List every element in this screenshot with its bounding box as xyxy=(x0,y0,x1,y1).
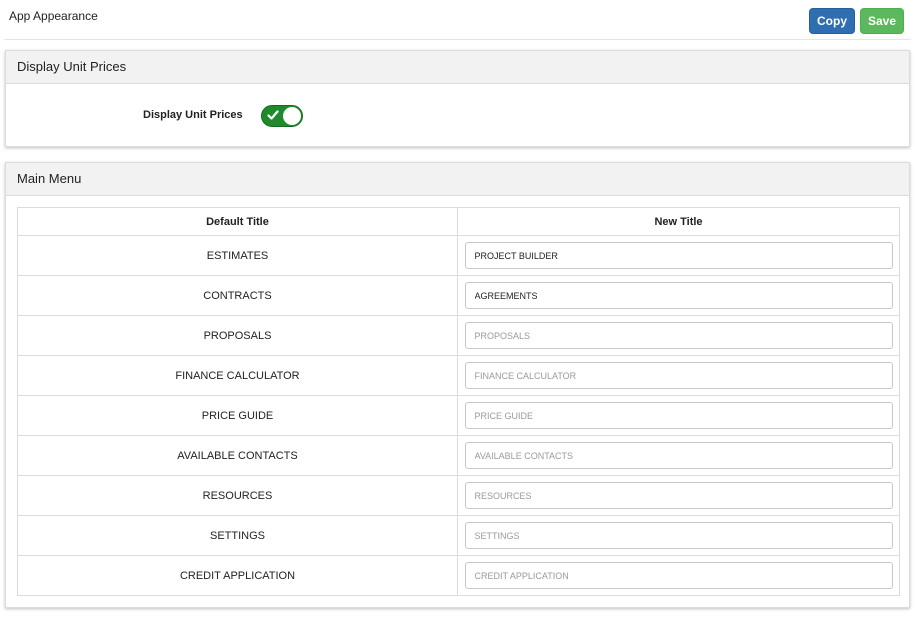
column-header-new-title: New Title xyxy=(457,207,900,236)
table-row: CONTRACTS xyxy=(17,275,900,316)
main-menu-table: Default Title New Title ESTIMATES CONTRA… xyxy=(17,207,900,596)
new-title-cell xyxy=(457,235,900,276)
new-title-cell xyxy=(457,515,900,556)
default-title-cell: RESOURCES xyxy=(17,475,458,516)
new-title-input-proposals[interactable] xyxy=(464,322,893,349)
table-row: ESTIMATES xyxy=(17,235,900,276)
new-title-input-price-guide[interactable] xyxy=(464,402,893,429)
checkmark-icon xyxy=(267,110,279,120)
default-title-cell: SETTINGS xyxy=(17,515,458,556)
display-unit-prices-panel: Display Unit Prices Display Unit Prices xyxy=(5,50,910,147)
toggle-knob xyxy=(283,107,301,125)
new-title-cell xyxy=(457,315,900,356)
table-row: PROPOSALS xyxy=(17,315,900,356)
column-header-default-title: Default Title xyxy=(17,207,458,236)
table-row: RESOURCES xyxy=(17,475,900,516)
display-unit-prices-label: Display Unit Prices xyxy=(143,109,243,121)
table-header-row: Default Title New Title xyxy=(17,207,900,236)
display-unit-prices-panel-heading: Display Unit Prices xyxy=(6,51,909,84)
main-menu-panel-heading: Main Menu xyxy=(6,163,909,196)
default-title-cell: PROPOSALS xyxy=(17,315,458,356)
table-row: FINANCE CALCULATOR xyxy=(17,355,900,396)
new-title-cell xyxy=(457,275,900,316)
new-title-input-estimates[interactable] xyxy=(464,242,893,269)
new-title-cell xyxy=(457,435,900,476)
new-title-input-credit-application[interactable] xyxy=(464,562,893,589)
page-header: App Appearance Copy Save xyxy=(0,0,917,40)
new-title-input-available-contacts[interactable] xyxy=(464,442,893,469)
new-title-cell xyxy=(457,395,900,436)
new-title-cell xyxy=(457,355,900,396)
header-divider xyxy=(4,39,911,40)
table-row: SETTINGS xyxy=(17,515,900,556)
page-title: App Appearance xyxy=(9,9,98,23)
table-row: AVAILABLE CONTACTS xyxy=(17,435,900,476)
new-title-input-resources[interactable] xyxy=(464,482,893,509)
default-title-cell: CONTRACTS xyxy=(17,275,458,316)
new-title-cell xyxy=(457,475,900,516)
default-title-cell: AVAILABLE CONTACTS xyxy=(17,435,458,476)
new-title-cell xyxy=(457,555,900,596)
default-title-cell: ESTIMATES xyxy=(17,235,458,276)
default-title-cell: FINANCE CALCULATOR xyxy=(17,355,458,396)
default-title-cell: CREDIT APPLICATION xyxy=(17,555,458,596)
display-unit-prices-row: Display Unit Prices xyxy=(6,84,909,147)
save-button[interactable]: Save xyxy=(860,8,904,34)
table-row: PRICE GUIDE xyxy=(17,395,900,436)
display-unit-prices-toggle[interactable] xyxy=(261,105,303,127)
main-menu-panel: Main Menu Default Title New Title ESTIMA… xyxy=(5,162,910,608)
new-title-input-finance-calculator[interactable] xyxy=(464,362,893,389)
new-title-input-contracts[interactable] xyxy=(464,282,893,309)
default-title-cell: PRICE GUIDE xyxy=(17,395,458,436)
table-row: CREDIT APPLICATION xyxy=(17,555,900,596)
new-title-input-settings[interactable] xyxy=(464,522,893,549)
copy-button[interactable]: Copy xyxy=(809,8,855,34)
